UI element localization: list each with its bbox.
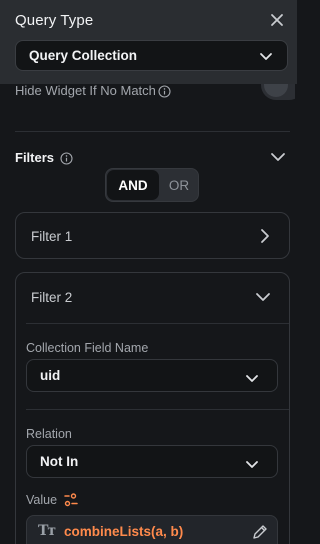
collection-field-select[interactable]: uid [26, 359, 278, 392]
relation-value: Not In [40, 454, 79, 469]
close-icon [271, 14, 283, 26]
collection-field-label: Collection Field Name [26, 341, 149, 355]
text-type-icon: Tт [38, 523, 56, 539]
filter-1-title: Filter 1 [31, 229, 73, 244]
query-collection-select[interactable]: Query Collection [15, 40, 288, 71]
hide-widget-row: Hide Widget If No Match [15, 84, 295, 102]
filters-label: Filters [15, 150, 55, 165]
relation-label: Relation [26, 427, 72, 441]
info-icon [60, 152, 73, 165]
value-expression: combineLists(a, b) [64, 524, 184, 539]
collection-field-value: uid [40, 368, 61, 383]
chevron-down-icon[interactable] [255, 291, 271, 303]
query-type-header: Query Type Query Collection [0, 0, 297, 84]
chevron-down-icon [260, 52, 272, 60]
hide-widget-toggle[interactable] [261, 84, 295, 100]
chevron-right-icon [261, 229, 269, 243]
relation-select[interactable]: Not In [26, 445, 278, 478]
chevron-down-icon [246, 461, 258, 468]
hide-widget-label: Hide Widget If No Match [15, 84, 156, 98]
or-button[interactable]: OR [161, 170, 197, 200]
close-button[interactable] [267, 10, 287, 30]
chevron-down-icon [246, 375, 258, 382]
and-button[interactable]: AND [107, 170, 159, 200]
value-label: Value [26, 493, 58, 507]
filter-2-title: Filter 2 [31, 290, 73, 305]
filter-1-card[interactable]: Filter 1 [15, 212, 290, 259]
info-icon [158, 85, 171, 98]
value-expression-field[interactable]: Tт combineLists(a, b) [26, 515, 278, 544]
variable-icon[interactable] [63, 493, 79, 507]
logic-toggle: AND OR [105, 168, 199, 202]
section-divider [15, 131, 290, 132]
edit-icon[interactable] [251, 523, 269, 541]
query-collection-value: Query Collection [29, 48, 138, 63]
toggle-knob [264, 84, 288, 97]
query-type-title: Query Type [15, 12, 94, 29]
card-divider [26, 409, 289, 410]
filters-collapse-icon[interactable] [270, 150, 286, 164]
filter-2-card: Filter 2 Collection Field Name uid Relat… [15, 272, 290, 544]
card-divider [26, 323, 289, 324]
